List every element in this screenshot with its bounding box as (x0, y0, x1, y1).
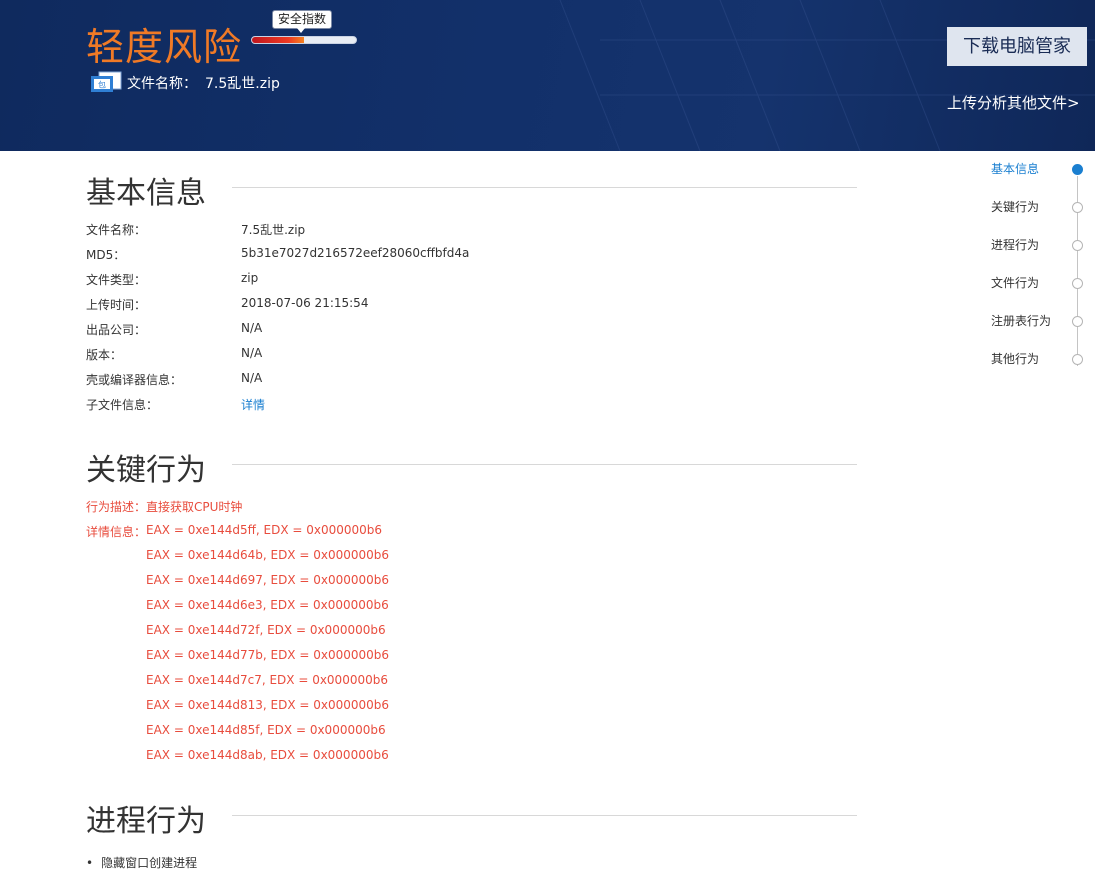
basic-info-title: 基本信息 (86, 176, 206, 211)
header-banner: 轻度风险 安全指数 包 文件名称： 7.5乱世.zip 下载电脑管家 上传分析其他… (0, 0, 1095, 151)
info-label: 子文件信息： (86, 398, 159, 412)
header-file-line: 文件名称： 7.5乱世.zip (127, 73, 280, 93)
nav-item[interactable]: 进程行为 (991, 236, 1091, 256)
info-label: MD5： (86, 248, 126, 262)
info-value: N/A (241, 371, 263, 385)
info-label: 文件名称： (86, 223, 147, 237)
header-file-name: 7.5乱世.zip (205, 76, 280, 92)
section-divider (232, 815, 857, 816)
section-divider (232, 187, 857, 188)
info-label: 出品公司： (86, 323, 147, 337)
detail-entry: EAX = 0xe144d6e3, EDX = 0x000000b6 (146, 598, 389, 612)
file-icon-glyph: 包 (98, 80, 106, 90)
upload-other-file-link[interactable]: 上传分析其他文件> (947, 92, 1080, 113)
info-label: 版本： (86, 348, 123, 362)
nav-dot-icon (1072, 278, 1083, 289)
nav-item[interactable]: 注册表行为 (991, 312, 1091, 332)
behavior-desc-value: 直接获取CPU时钟 (146, 500, 243, 514)
process-behavior-header: 进程行为 (86, 796, 857, 839)
key-behavior-section: 关键行为 行为描述：直接获取CPU时钟 详情信息： EAX = 0xe144d5… (86, 445, 857, 775)
nav-item-label: 基本信息 (991, 162, 1040, 176)
nav-dot-icon (1072, 240, 1083, 251)
process-item: 隐藏窗口创建进程 (86, 854, 197, 871)
nav-dot-icon (1072, 354, 1083, 365)
subfile-detail-link[interactable]: 详情 (241, 396, 265, 413)
info-label: 文件类型： (86, 273, 147, 287)
nav-item[interactable]: 基本信息 (991, 160, 1091, 180)
section-divider (232, 464, 857, 465)
info-value: zip (241, 271, 259, 285)
basic-info-section: 基本信息 文件名称： 7.5乱世.zip MD5： 5b31e7027d216572e… (86, 168, 857, 418)
info-value: N/A (241, 321, 263, 335)
header-file-label: 文件名称： (127, 76, 197, 92)
process-behavior-title: 进程行为 (86, 804, 206, 839)
detail-entry: EAX = 0xe144d813, EDX = 0x000000b6 (146, 698, 390, 712)
key-behavior-title: 关键行为 (86, 453, 206, 488)
detail-entry: EAX = 0xe144d85f, EDX = 0x000000b6 (146, 723, 386, 737)
info-value: 2018-07-06 21:15:54 (241, 296, 369, 310)
detail-entry: EAX = 0xe144d5ff, EDX = 0x000000b6 (146, 523, 383, 537)
info-value: N/A (241, 346, 263, 360)
safety-index-fill (252, 37, 304, 43)
behavior-desc-label: 行为描述： (86, 500, 147, 514)
behavior-description: 行为描述：直接获取CPU时钟 (86, 498, 242, 515)
detail-entry: EAX = 0xe144d64b, EDX = 0x000000b6 (146, 548, 390, 562)
nav-item[interactable]: 其他行为 (991, 350, 1091, 370)
nav-item-label: 其他行为 (991, 352, 1040, 366)
detail-entry: EAX = 0xe144d7c7, EDX = 0x000000b6 (146, 673, 388, 687)
detail-entry: EAX = 0xe144d8ab, EDX = 0x000000b6 (146, 748, 389, 762)
process-behavior-section: 进程行为 隐藏窗口创建进程 (86, 796, 857, 875)
section-nav: 基本信息关键行为进程行为文件行为注册表行为其他行为 (991, 160, 1091, 380)
detail-label: 详情信息： (86, 525, 147, 539)
info-label: 壳或编译器信息： (86, 373, 183, 387)
download-button[interactable]: 下载电脑管家 (947, 27, 1087, 66)
nav-item-label: 注册表行为 (991, 314, 1052, 328)
safety-index-bar (251, 36, 357, 44)
detail-entry: EAX = 0xe144d77b, EDX = 0x000000b6 (146, 648, 390, 662)
key-behavior-header: 关键行为 (86, 445, 857, 488)
nav-item-label: 文件行为 (991, 276, 1040, 290)
detail-entry: EAX = 0xe144d697, EDX = 0x000000b6 (146, 573, 390, 587)
zip-file-icon: 包 (91, 71, 122, 92)
nav-item[interactable]: 文件行为 (991, 274, 1091, 294)
basic-info-header: 基本信息 (86, 168, 857, 211)
risk-level-title: 轻度风险 (86, 25, 243, 69)
info-value: 7.5乱世.zip (241, 223, 306, 237)
nav-dot-icon (1072, 202, 1083, 213)
info-value: 5b31e7027d216572eef28060cffbfd4a (241, 246, 470, 260)
nav-dot-icon (1072, 164, 1083, 175)
nav-item-label: 进程行为 (991, 238, 1040, 252)
nav-item[interactable]: 关键行为 (991, 198, 1091, 218)
detail-entry: EAX = 0xe144d72f, EDX = 0x000000b6 (146, 623, 386, 637)
nav-item-label: 关键行为 (991, 200, 1040, 214)
nav-dot-icon (1072, 316, 1083, 327)
safety-index-label: 安全指数 (272, 10, 333, 33)
info-label: 上传时间： (86, 298, 147, 312)
